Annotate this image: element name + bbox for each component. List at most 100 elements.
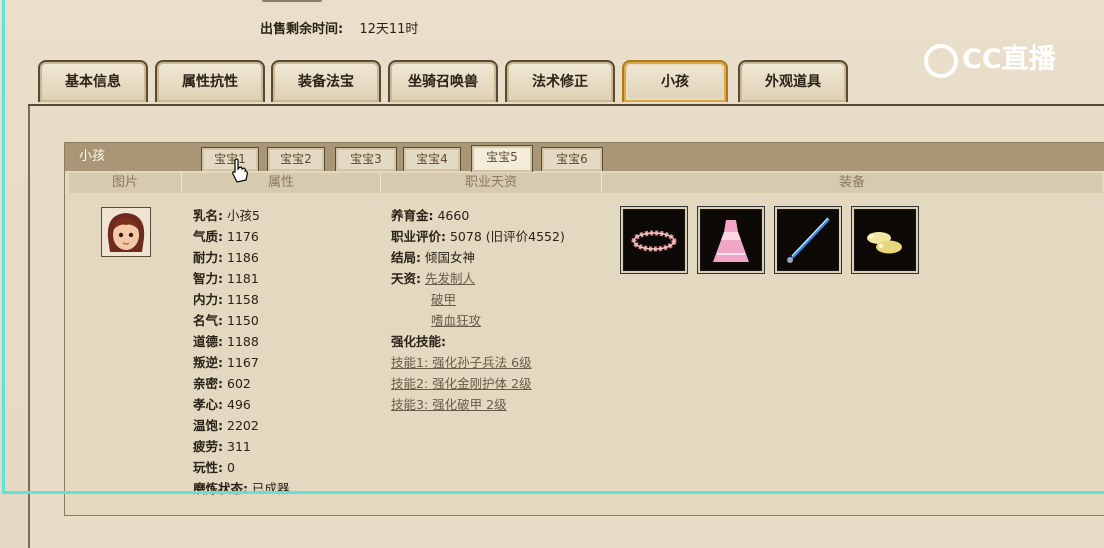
tab-attributes-resist[interactable]: 属性抗性: [155, 60, 265, 102]
tab-appearance-items[interactable]: 外观道具: [738, 60, 848, 102]
attribute-list: 乳名: 小孩5 气质: 1176 耐力: 1186 智力: 1181 内力: 1158 名…: [193, 205, 290, 499]
attr-row: 孝心: 496: [193, 394, 290, 415]
column-header-career: 职业天资: [381, 173, 601, 193]
attr-value: 2202: [227, 418, 259, 433]
attr-value: 311: [227, 439, 251, 454]
yangyujin-value: 4660: [437, 208, 470, 223]
ending-label: 结局:: [391, 250, 421, 265]
attr-key: 名气:: [193, 313, 223, 328]
attr-row: 气质: 1176: [193, 226, 290, 247]
pink-dress-icon[interactable]: [700, 209, 762, 271]
tab-spell-correction[interactable]: 法术修正: [505, 60, 615, 102]
child-section: 小孩 宝宝1 宝宝2 宝宝3 宝宝4 宝宝5 宝宝6 图片 属性 职业天资 装备…: [64, 142, 1104, 516]
child-section-header: 小孩 宝宝1 宝宝2 宝宝3 宝宝4 宝宝5 宝宝6: [65, 143, 1104, 172]
attr-key: 耐力:: [193, 250, 223, 265]
attr-key: 气质:: [193, 229, 223, 244]
yangyujin-label: 养育金:: [391, 208, 434, 223]
attr-value: 1167: [227, 355, 259, 370]
skill-row: 技能2: 强化金刚护体 2级: [391, 373, 565, 394]
attr-row: 耐力: 1186: [193, 247, 290, 268]
attr-value: 496: [227, 397, 251, 412]
tab-baby-6[interactable]: 宝宝6: [541, 147, 603, 171]
sale-remaining-time: 出售剩余时间: 12天11时: [260, 18, 418, 37]
cut-off-text: [262, 0, 322, 2]
attr-value: 1181: [227, 271, 259, 286]
attr-row: 疲劳: 311: [193, 436, 290, 457]
attr-row: 磨炼状态: 已成器: [193, 478, 290, 499]
attr-value: 602: [227, 376, 251, 391]
attr-row: 名气: 1150: [193, 310, 290, 331]
column-header-picture: 图片: [69, 173, 181, 193]
attr-key: 玩性:: [193, 460, 223, 475]
career-score-row: 职业评价: 5078 (旧评价4552): [391, 226, 565, 247]
attr-row: 温饱: 2202: [193, 415, 290, 436]
tab-baby-2[interactable]: 宝宝2: [267, 147, 325, 171]
attr-value: 1158: [227, 292, 259, 307]
ending-value: 倾国女神: [424, 250, 475, 265]
sale-remaining-value: 12天11时: [359, 22, 419, 37]
attr-value: 1186: [227, 250, 259, 265]
career-score-value: 5078 (旧评价4552): [449, 229, 565, 244]
column-header-attributes: 属性: [182, 173, 380, 193]
talent-label: 天资:: [391, 271, 421, 286]
attr-row: 内力: 1158: [193, 289, 290, 310]
child-avatar: [101, 207, 151, 257]
attr-value: 1150: [227, 313, 259, 328]
attr-value: 1188: [227, 334, 259, 349]
talent-link[interactable]: 嗜血狂攻: [431, 313, 481, 328]
attr-key: 磨炼状态:: [193, 481, 248, 496]
tab-baby-5[interactable]: 宝宝5: [471, 145, 533, 172]
attr-key: 亲密:: [193, 376, 223, 391]
career-info: 养育金: 4660 职业评价: 5078 (旧评价4552) 结局: 倾国女神 …: [391, 205, 565, 415]
tab-mount-summon[interactable]: 坐骑召唤兽: [388, 60, 498, 102]
golden-shoes-icon[interactable]: [854, 209, 916, 271]
attr-key: 叛逆:: [193, 355, 223, 370]
skill-link[interactable]: 技能3: 强化破甲 2级: [391, 397, 507, 412]
tab-equipment-treasure[interactable]: 装备法宝: [271, 60, 381, 102]
blue-sword-icon[interactable]: [777, 209, 839, 271]
skill-link[interactable]: 技能2: 强化金刚护体 2级: [391, 376, 532, 391]
attr-value: 小孩5: [227, 208, 260, 223]
flower-wreath-icon[interactable]: [623, 209, 685, 271]
attr-key: 道德:: [193, 334, 223, 349]
attr-key: 内力:: [193, 292, 223, 307]
skill-link[interactable]: 技能1: 强化孙子兵法 6级: [391, 355, 532, 370]
yangyujin-row: 养育金: 4660: [391, 205, 565, 226]
talent-row: 嗜血狂攻: [391, 310, 565, 331]
talent-row: 破甲: [391, 289, 565, 310]
attr-row: 乳名: 小孩5: [193, 205, 290, 226]
watermark: CC直播: [924, 38, 1074, 82]
attr-value: 0: [227, 460, 235, 475]
skill-row: 技能3: 强化破甲 2级: [391, 394, 565, 415]
watermark-text: CC直播: [962, 44, 1056, 75]
tab-baby-3[interactable]: 宝宝3: [335, 147, 397, 171]
talent-row: 天资: 先发制人: [391, 268, 565, 289]
attr-key: 智力:: [193, 271, 223, 286]
skill-row: 技能1: 强化孙子兵法 6级: [391, 352, 565, 373]
talent-link[interactable]: 先发制人: [425, 271, 475, 286]
child-section-title: 小孩: [79, 149, 106, 164]
attr-value: 1176: [227, 229, 259, 244]
ending-row: 结局: 倾国女神: [391, 247, 565, 268]
attr-row: 智力: 1181: [193, 268, 290, 289]
tab-basic-info[interactable]: 基本信息: [38, 60, 148, 102]
attr-key: 乳名:: [193, 208, 223, 223]
sale-remaining-label: 出售剩余时间:: [260, 22, 344, 37]
attr-row: 叛逆: 1167: [193, 352, 290, 373]
hand-cursor-icon: [232, 158, 248, 183]
attr-row: 亲密: 602: [193, 373, 290, 394]
attr-value: 已成器: [252, 481, 290, 496]
cc-logo-icon: [924, 43, 958, 78]
talent-link[interactable]: 破甲: [431, 292, 456, 307]
attr-row: 玩性: 0: [193, 457, 290, 478]
attr-key: 疲劳:: [193, 439, 223, 454]
career-score-label: 职业评价:: [391, 229, 446, 244]
attr-key: 温饱:: [193, 418, 223, 433]
attr-key: 孝心:: [193, 397, 223, 412]
attr-row: 道德: 1188: [193, 331, 290, 352]
tab-child[interactable]: 小孩: [622, 60, 728, 102]
column-header-equipment: 装备: [602, 173, 1102, 193]
tab-baby-4[interactable]: 宝宝4: [403, 147, 461, 171]
skills-label: 强化技能:: [391, 334, 446, 349]
skills-header-row: 强化技能:: [391, 331, 565, 352]
